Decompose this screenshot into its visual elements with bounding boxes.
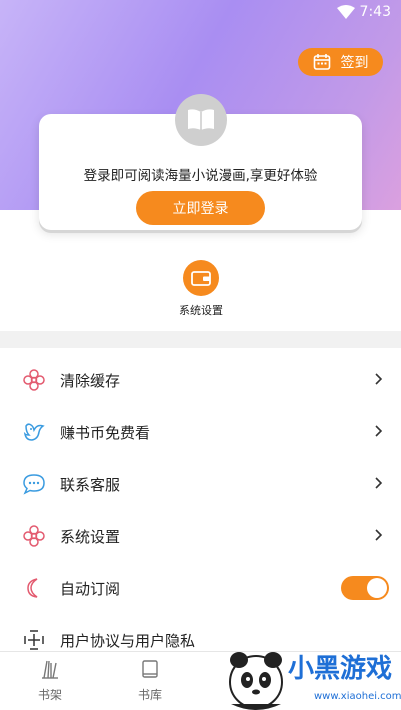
toggle-knob [367,578,387,598]
menu-item-customer-service[interactable]: 联系客服 [0,458,401,510]
menu-item-auto-subscribe: 自动订阅 [0,562,401,614]
sign-in-button[interactable]: 签到 [298,48,383,76]
quick-action-circle [183,260,219,296]
status-time: 7:43 [359,4,391,20]
menu-item-label: 联系客服 [60,476,121,494]
watermark-brand: 小黑游戏 [288,654,393,684]
wallet-icon [191,271,211,286]
menu-item-label: 赚书币免费看 [60,424,151,442]
crosshair-icon [24,630,44,650]
menu-item-label: 清除缓存 [60,372,121,390]
bookshelf-icon [42,660,58,679]
tab-label: 书库 [137,688,162,702]
menu-item-earn-coins[interactable]: 赚书币免费看 [0,406,401,458]
quick-action-settings[interactable]: 系统设置 [164,260,238,318]
calendar-icon [313,54,330,70]
book-icon [188,109,214,130]
flower-icon [23,369,45,391]
sign-in-label: 签到 [340,55,369,71]
quick-action-label: 系统设置 [179,304,223,317]
chevron-right-icon [375,477,383,489]
chevron-right-icon [375,373,383,385]
status-bar: 7:43 [0,0,401,26]
chevron-right-icon [375,425,383,437]
chat-icon [23,474,45,495]
menu-item-label: 系统设置 [60,528,121,546]
avatar[interactable] [175,94,227,146]
bird-icon [23,423,45,441]
tab-label: 书架 [37,688,62,702]
tab-bookshelf[interactable]: 书架 [20,658,80,703]
tab-library[interactable]: 书库 [120,658,180,703]
watermark-url: www.xiaohei.com [314,691,401,702]
menu-item-clear-cache[interactable]: 清除缓存 [0,354,401,406]
auto-subscribe-toggle[interactable] [341,576,389,600]
moon-icon [27,578,38,598]
menu-item-label: 自动订阅 [60,580,121,598]
login-prompt: 登录即可阅读海量小说漫画,享更好体验 [83,168,318,184]
wifi-icon [337,5,355,19]
settings-menu: 清除缓存 赚书币免费看 联系客服 系统设置 自动订阅 用户协议与用户隐私 [0,354,401,666]
library-icon [142,660,158,678]
menu-item-system-settings[interactable]: 系统设置 [0,510,401,562]
menu-item-label: 用户协议与用户隐私 [60,632,196,650]
flower-icon [23,525,45,547]
login-button[interactable]: 立即登录 [136,191,265,225]
chevron-right-icon [375,529,383,541]
section-divider [0,331,401,348]
